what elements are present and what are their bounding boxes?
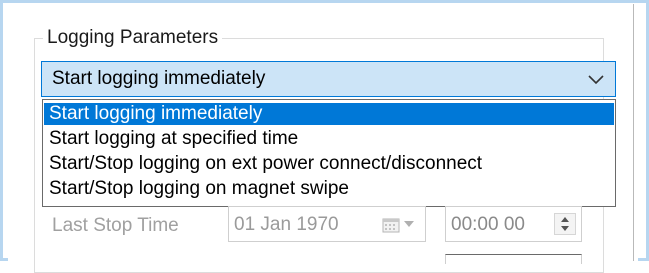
date-value: 01 Jan 1970 bbox=[234, 214, 339, 235]
window-edge bbox=[633, 4, 634, 261]
next-field-edge bbox=[445, 254, 582, 264]
calendar-icon[interactable] bbox=[382, 217, 400, 233]
group-title: Logging Parameters bbox=[43, 27, 223, 49]
chevron-down-icon[interactable] bbox=[587, 72, 605, 86]
logging-mode-dropdown-list: Start logging immediately Start logging … bbox=[42, 99, 616, 207]
option-ext-power[interactable]: Start/Stop logging on ext power connect/… bbox=[44, 153, 614, 175]
dropdown-arrow-icon[interactable] bbox=[403, 220, 415, 228]
time-value: 00:00 00 bbox=[451, 214, 525, 235]
combobox-value: Start logging immediately bbox=[52, 68, 266, 89]
option-start-immediately[interactable]: Start logging immediately bbox=[44, 103, 614, 125]
last-stop-time-label: Last Stop Time bbox=[52, 215, 179, 236]
up-down-spinner-icon[interactable] bbox=[554, 213, 576, 235]
last-stop-time-field[interactable]: 00:00 00 bbox=[445, 206, 582, 242]
option-start-at-time[interactable]: Start logging at specified time bbox=[44, 128, 614, 150]
option-magnet-swipe[interactable]: Start/Stop logging on magnet swipe bbox=[44, 178, 614, 200]
logging-mode-combobox[interactable]: Start logging immediately bbox=[41, 61, 616, 97]
last-stop-date-picker[interactable]: 01 Jan 1970 bbox=[228, 206, 426, 242]
